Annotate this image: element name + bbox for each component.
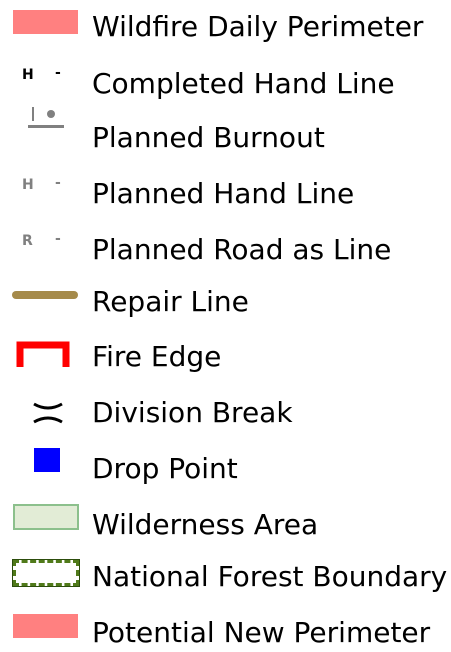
legend-item-wildfire-daily-perimeter: Wildfire Daily Perimeter [0, 0, 451, 56]
fire-edge-icon [16, 341, 70, 367]
legend-item-national-forest-boundary: National Forest Boundary [0, 559, 451, 616]
map-legend: { "legend": { "items": [ {"label": "Wild… [0, 0, 451, 652]
hand-line-dash-glyph: - [55, 175, 61, 191]
legend-label: Wilderness Area [92, 508, 319, 541]
legend-item-wilderness-area: Wilderness Area [0, 504, 451, 560]
legend-label: Division Break [92, 396, 293, 429]
pink-rectangle-icon [13, 614, 78, 638]
legend-label: Planned Hand Line [92, 177, 355, 210]
legend-label: Planned Road as Line [92, 233, 392, 266]
pink-rectangle-icon [13, 10, 78, 34]
hand-line-h-glyph: H [22, 177, 34, 193]
burnout-line-icon [28, 107, 64, 128]
road-r-glyph: R [22, 233, 33, 249]
legend-label: Potential New Perimeter [92, 616, 431, 649]
hand-line-planned-icon: H - [22, 176, 72, 196]
legend-label: National Forest Boundary [92, 560, 448, 593]
green-rectangle-icon [13, 504, 79, 530]
legend-item-fire-edge: Fire Edge [0, 336, 451, 392]
legend-item-drop-point: Drop Point [0, 448, 451, 504]
legend-label: Completed Hand Line [92, 67, 395, 100]
legend-item-division-break: Division Break [0, 392, 451, 448]
blue-square-icon [34, 448, 60, 472]
legend-label: Wildfire Daily Perimeter [92, 10, 424, 43]
road-line-planned-icon: R - [22, 232, 72, 252]
legend-label: Planned Burnout [92, 121, 325, 154]
hand-line-dash-glyph: - [55, 65, 61, 81]
legend-item-repair-line: Repair Line [0, 280, 451, 336]
legend-label: Drop Point [92, 452, 238, 485]
legend-item-planned-road-as-line: R - Planned Road as Line [0, 224, 451, 280]
road-dash-glyph: - [55, 231, 61, 247]
forest-boundary-icon [12, 559, 80, 587]
repair-line-icon [12, 291, 78, 299]
division-break-icon [33, 402, 63, 424]
legend-item-potential-new-perimeter: Potential New Perimeter [0, 612, 451, 652]
legend-label: Repair Line [92, 285, 249, 318]
legend-label: Fire Edge [92, 340, 222, 373]
hand-line-h-glyph: H [22, 67, 34, 83]
legend-item-planned-burnout: Planned Burnout [0, 104, 451, 160]
legend-item-planned-hand-line: H - Planned Hand Line [0, 168, 451, 224]
hand-line-completed-icon: H - [22, 66, 72, 86]
